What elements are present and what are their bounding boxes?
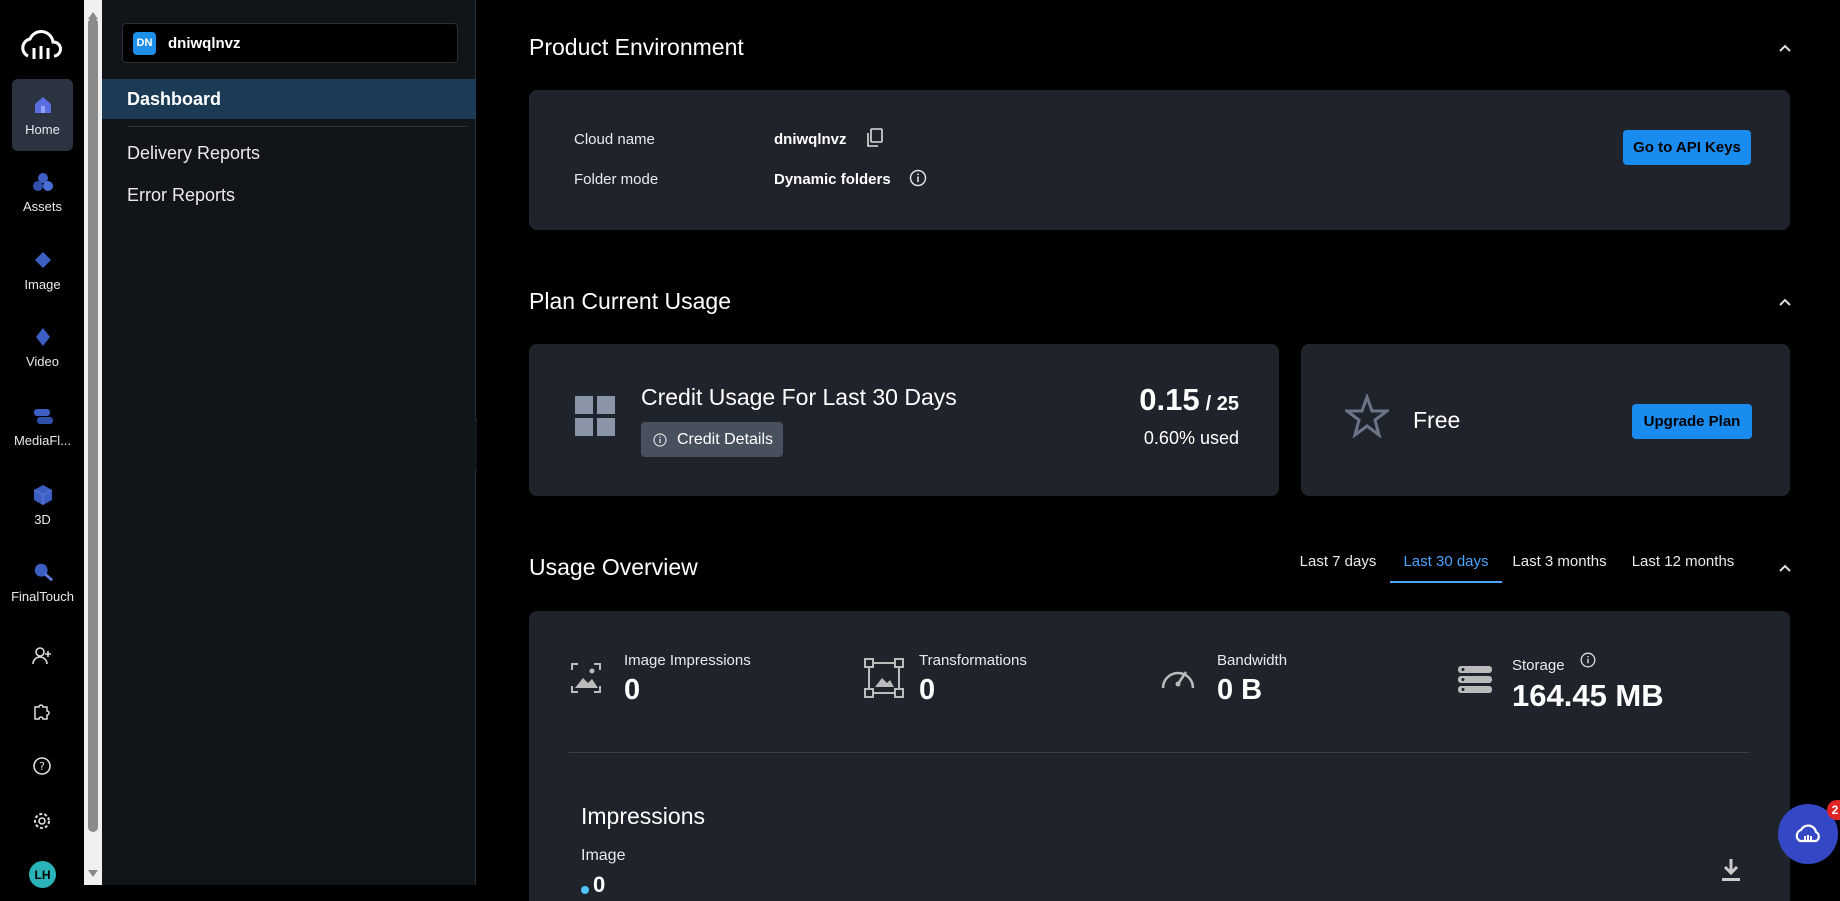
metric-value: 0 B xyxy=(1217,674,1263,706)
assets-icon xyxy=(32,171,54,193)
finaltouch-icon xyxy=(32,561,54,583)
chevron-up-icon xyxy=(1779,298,1791,306)
download-icon[interactable] xyxy=(1720,857,1744,885)
gear-icon[interactable] xyxy=(30,809,54,833)
rail-item-label: Home xyxy=(25,122,60,137)
star-icon xyxy=(1342,392,1392,440)
credit-details-label: Credit Details xyxy=(677,430,774,448)
rail-item-label: Video xyxy=(25,354,59,369)
metric-value: 0 xyxy=(919,674,936,706)
divider xyxy=(569,752,1749,753)
plan-usage-title: Plan Current Usage xyxy=(529,288,731,314)
rail-item-mediaflows[interactable]: MediaFl... xyxy=(12,390,73,462)
plan-name: Free xyxy=(1413,407,1461,433)
credit-details-button[interactable]: Credit Details xyxy=(641,422,783,457)
rail-item-3d[interactable]: 3D xyxy=(12,469,73,541)
cloud-name-value: dniwqlnvz xyxy=(774,131,847,148)
environment-name: dniwqlnvz xyxy=(168,34,241,52)
cloud-name-label: Cloud name xyxy=(574,131,655,148)
environment-badge: DN xyxy=(133,31,156,55)
puzzle-icon[interactable] xyxy=(30,699,54,723)
upgrade-plan-button[interactable]: Upgrade Plan xyxy=(1632,404,1752,439)
usage-overview-title: Usage Overview xyxy=(529,554,698,580)
copy-icon[interactable] xyxy=(866,128,886,150)
product-environment-title: Product Environment xyxy=(529,34,744,60)
scroll-down-arrow[interactable] xyxy=(88,870,98,877)
go-to-api-keys-button[interactable]: Go to API Keys xyxy=(1623,130,1751,165)
speedometer-icon xyxy=(1159,662,1197,694)
sidebar: DN dniwqlnvz Dashboard Delivery Reports … xyxy=(102,0,476,885)
scroll-thumb[interactable] xyxy=(88,18,98,832)
impressions-subtitle: Image xyxy=(581,847,626,864)
image-impressions-icon xyxy=(569,661,603,695)
video-icon xyxy=(32,326,54,348)
transformations-icon xyxy=(864,658,904,698)
metric-value: 164.45 MB xyxy=(1512,678,1664,713)
tab-last-12-months[interactable]: Last 12 months xyxy=(1628,553,1738,583)
metric-value: 0 xyxy=(624,674,641,706)
rail-item-label: 3D xyxy=(34,512,51,527)
folder-mode-value: Dynamic folders xyxy=(774,171,891,188)
rail-item-image[interactable]: Image xyxy=(12,234,73,306)
rail-item-label: Assets xyxy=(22,199,62,214)
info-icon[interactable] xyxy=(909,169,929,189)
rail-item-video[interactable]: Video xyxy=(12,311,73,383)
impressions-title: Impressions xyxy=(581,803,705,829)
chevron-up-icon xyxy=(1779,44,1791,52)
metric-label: Bandwidth xyxy=(1217,652,1288,669)
cloud-icon xyxy=(1795,824,1820,843)
main-content: Product Environment Cloud name dniwqlnvz… xyxy=(477,0,1840,901)
credit-limit-value: / 25 xyxy=(1205,393,1239,415)
credit-usage-amount: 0.15 / 25 xyxy=(1139,382,1239,418)
sidebar-item-dashboard[interactable]: Dashboard xyxy=(102,79,476,119)
collapse-plan-usage-button[interactable] xyxy=(1773,290,1797,314)
rail-item-home[interactable]: Home xyxy=(12,79,73,151)
metric-label: Storage xyxy=(1512,657,1565,674)
cloudinary-logo[interactable] xyxy=(18,26,66,66)
notification-badge: 2 xyxy=(1827,800,1840,820)
mediaflows-icon xyxy=(32,405,54,427)
collapse-usage-overview-button[interactable] xyxy=(1773,556,1797,580)
tab-last-7-days[interactable]: Last 7 days xyxy=(1295,553,1381,583)
metric-label: Transformations xyxy=(919,652,1027,669)
legend-dot xyxy=(581,886,589,894)
info-icon[interactable] xyxy=(1580,652,1598,670)
impressions-value: 0 xyxy=(593,872,606,897)
divider xyxy=(127,126,467,127)
environment-selector[interactable]: DN dniwqlnvz xyxy=(122,23,458,63)
credit-usage-title: Credit Usage For Last 30 Days xyxy=(641,384,957,410)
info-icon xyxy=(653,432,667,447)
folder-mode-label: Folder mode xyxy=(574,171,659,188)
metric-label: Image Impressions xyxy=(624,652,751,669)
grid-icon xyxy=(575,396,617,438)
help-icon[interactable]: ? xyxy=(30,754,54,778)
3d-icon xyxy=(32,484,54,506)
chevron-up-icon xyxy=(1779,564,1791,572)
rail-item-label: FinalTouch xyxy=(11,589,74,604)
avatar[interactable]: LH xyxy=(29,861,56,888)
credit-used-value: 0.15 xyxy=(1139,382,1200,417)
rail-item-label: MediaFl... xyxy=(13,433,72,448)
impressions-legend: 0 xyxy=(581,872,605,898)
tab-last-3-months[interactable]: Last 3 months xyxy=(1507,553,1612,583)
sidebar-item-error-reports[interactable]: Error Reports xyxy=(102,180,476,210)
rail-item-assets[interactable]: Assets xyxy=(12,156,73,228)
sidebar-item-delivery-reports[interactable]: Delivery Reports xyxy=(102,138,476,168)
tab-last-30-days[interactable]: Last 30 days xyxy=(1390,553,1502,583)
plan-card: Free Upgrade Plan xyxy=(1301,344,1790,496)
credit-percent-used: 0.60% used xyxy=(1143,428,1239,448)
home-icon xyxy=(32,94,54,116)
rail-item-finaltouch[interactable]: FinalTouch xyxy=(11,546,74,618)
storage-icon xyxy=(1457,665,1493,695)
credit-usage-card: Credit Usage For Last 30 Days Credit Det… xyxy=(529,344,1279,496)
rail-item-label: Image xyxy=(24,277,61,292)
svg-text:?: ? xyxy=(39,760,45,773)
collapse-product-environment-button[interactable] xyxy=(1773,36,1797,60)
app-rail: Home Assets Image Video MediaFl... 3D Fi… xyxy=(0,0,84,888)
rail-scrollbar[interactable] xyxy=(84,0,102,885)
image-icon xyxy=(32,249,54,271)
product-environment-card: Cloud name dniwqlnvz Folder mode Dynamic… xyxy=(529,90,1790,230)
add-user-icon[interactable] xyxy=(30,644,54,668)
usage-overview-card: Image Impressions 0 Transformations 0 Ba… xyxy=(529,611,1790,901)
